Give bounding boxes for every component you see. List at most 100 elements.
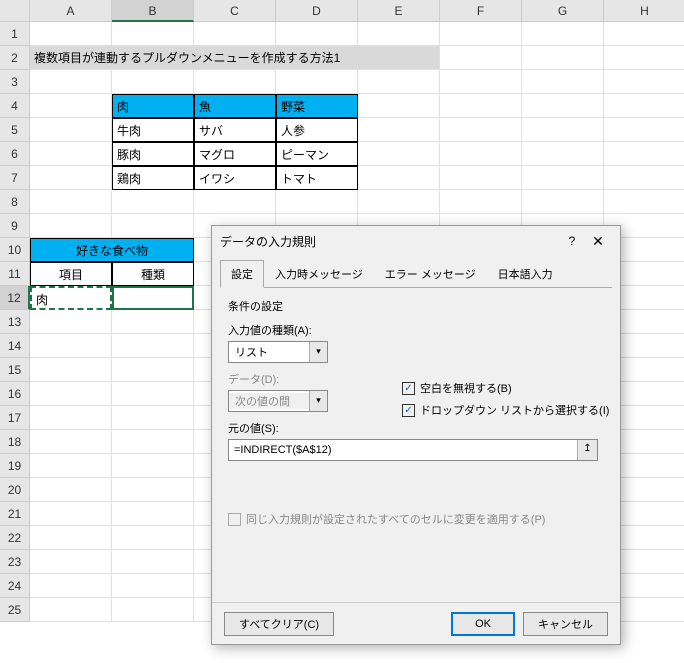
cell[interactable] bbox=[194, 22, 276, 46]
row-header[interactable]: 3 bbox=[0, 70, 30, 94]
tab-ime[interactable]: 日本語入力 bbox=[487, 260, 564, 288]
cell[interactable] bbox=[604, 94, 684, 118]
table-cell[interactable]: 人参 bbox=[276, 118, 358, 142]
cell[interactable] bbox=[522, 46, 604, 70]
cell[interactable] bbox=[358, 118, 440, 142]
row-header[interactable]: 16 bbox=[0, 382, 30, 406]
cell[interactable] bbox=[440, 46, 522, 70]
col-header-g[interactable]: G bbox=[522, 0, 604, 22]
cell[interactable] bbox=[522, 70, 604, 94]
cell[interactable] bbox=[30, 118, 112, 142]
cell[interactable] bbox=[30, 406, 112, 430]
cell[interactable] bbox=[440, 22, 522, 46]
cell[interactable] bbox=[112, 598, 194, 622]
table-header[interactable]: 魚 bbox=[194, 94, 276, 118]
ok-button[interactable]: OK bbox=[451, 612, 515, 636]
row-header[interactable]: 21 bbox=[0, 502, 30, 526]
cell[interactable] bbox=[194, 190, 276, 214]
cell[interactable] bbox=[112, 70, 194, 94]
cell[interactable] bbox=[604, 22, 684, 46]
cell[interactable] bbox=[522, 118, 604, 142]
table-cell[interactable]: サバ bbox=[194, 118, 276, 142]
cell[interactable] bbox=[358, 166, 440, 190]
row-header[interactable]: 23 bbox=[0, 550, 30, 574]
table-cell[interactable]: ピーマン bbox=[276, 142, 358, 166]
fav-col1[interactable]: 項目 bbox=[30, 262, 112, 286]
cell[interactable] bbox=[440, 166, 522, 190]
cell[interactable] bbox=[30, 478, 112, 502]
row-header[interactable]: 24 bbox=[0, 574, 30, 598]
tab-error-message[interactable]: エラー メッセージ bbox=[374, 260, 487, 288]
cell[interactable] bbox=[30, 382, 112, 406]
cell[interactable] bbox=[522, 190, 604, 214]
cell[interactable] bbox=[30, 22, 112, 46]
cell[interactable] bbox=[112, 214, 194, 238]
cell[interactable] bbox=[30, 94, 112, 118]
source-input[interactable] bbox=[229, 444, 577, 456]
col-header-d[interactable]: D bbox=[276, 0, 358, 22]
cell[interactable] bbox=[194, 70, 276, 94]
cell[interactable] bbox=[522, 22, 604, 46]
cell[interactable] bbox=[112, 334, 194, 358]
row-header[interactable]: 17 bbox=[0, 406, 30, 430]
row-header[interactable]: 12 bbox=[0, 286, 30, 310]
cell[interactable] bbox=[522, 166, 604, 190]
cell[interactable] bbox=[30, 358, 112, 382]
row-header[interactable]: 22 bbox=[0, 526, 30, 550]
dialog-titlebar[interactable]: データの入力規則 ? ✕ bbox=[212, 226, 620, 256]
cell[interactable] bbox=[358, 22, 440, 46]
cell[interactable] bbox=[112, 22, 194, 46]
cell[interactable] bbox=[440, 118, 522, 142]
table-cell[interactable]: 鶏肉 bbox=[112, 166, 194, 190]
cell[interactable] bbox=[604, 142, 684, 166]
cell[interactable] bbox=[522, 142, 604, 166]
row-header[interactable]: 5 bbox=[0, 118, 30, 142]
cell[interactable] bbox=[30, 310, 112, 334]
cell[interactable] bbox=[30, 502, 112, 526]
col-header-e[interactable]: E bbox=[358, 0, 440, 22]
table-header[interactable]: 肉 bbox=[112, 94, 194, 118]
tab-settings[interactable]: 設定 bbox=[220, 260, 264, 288]
row-header[interactable]: 9 bbox=[0, 214, 30, 238]
table-cell[interactable]: 豚肉 bbox=[112, 142, 194, 166]
close-icon[interactable]: ✕ bbox=[584, 233, 612, 250]
table-cell[interactable]: マグロ bbox=[194, 142, 276, 166]
cell[interactable] bbox=[440, 190, 522, 214]
row-header[interactable]: 13 bbox=[0, 310, 30, 334]
help-icon[interactable]: ? bbox=[560, 234, 584, 248]
tab-input-message[interactable]: 入力時メッセージ bbox=[264, 260, 374, 288]
cell[interactable] bbox=[604, 190, 684, 214]
cell[interactable] bbox=[112, 406, 194, 430]
cell[interactable] bbox=[440, 70, 522, 94]
cell[interactable] bbox=[358, 94, 440, 118]
cell[interactable] bbox=[440, 142, 522, 166]
cell[interactable] bbox=[30, 70, 112, 94]
cell[interactable] bbox=[358, 142, 440, 166]
row-header[interactable]: 4 bbox=[0, 94, 30, 118]
cell[interactable] bbox=[30, 142, 112, 166]
cell[interactable] bbox=[112, 430, 194, 454]
row-header[interactable]: 1 bbox=[0, 22, 30, 46]
cell[interactable] bbox=[30, 454, 112, 478]
cell[interactable] bbox=[112, 550, 194, 574]
row-header[interactable]: 14 bbox=[0, 334, 30, 358]
col-header-c[interactable]: C bbox=[194, 0, 276, 22]
row-header[interactable]: 2 bbox=[0, 46, 30, 70]
cell-b12-active[interactable] bbox=[112, 286, 194, 310]
cell[interactable] bbox=[30, 166, 112, 190]
cell[interactable] bbox=[112, 310, 194, 334]
col-header-a[interactable]: A bbox=[30, 0, 112, 22]
row-header[interactable]: 20 bbox=[0, 478, 30, 502]
row-header[interactable]: 10 bbox=[0, 238, 30, 262]
table-cell[interactable]: トマト bbox=[276, 166, 358, 190]
cell[interactable] bbox=[276, 190, 358, 214]
col-header-f[interactable]: F bbox=[440, 0, 522, 22]
clear-all-button[interactable]: すべてクリア(C) bbox=[224, 612, 334, 636]
cell[interactable] bbox=[604, 118, 684, 142]
select-all-corner[interactable] bbox=[0, 0, 30, 22]
cell[interactable] bbox=[30, 430, 112, 454]
cell[interactable] bbox=[604, 70, 684, 94]
cell[interactable] bbox=[30, 598, 112, 622]
title-cell[interactable]: 複数項目が連動するプルダウンメニューを作成する方法1 bbox=[30, 46, 440, 70]
cell[interactable] bbox=[112, 454, 194, 478]
